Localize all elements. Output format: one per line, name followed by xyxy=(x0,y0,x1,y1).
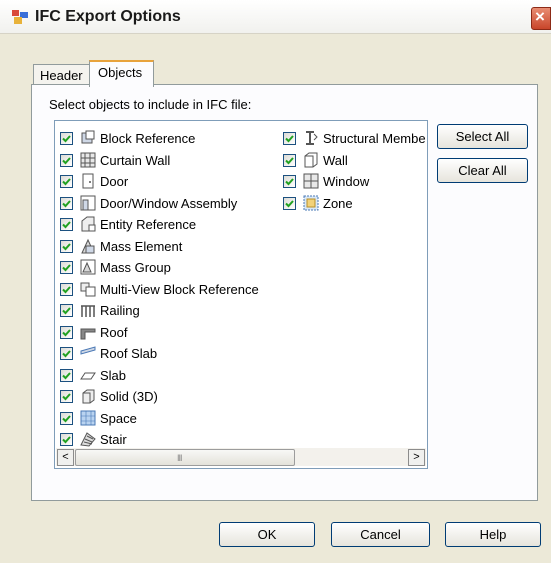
door-window-assembly-icon xyxy=(80,195,96,210)
app-icon xyxy=(12,10,28,24)
solid-3d-icon xyxy=(82,389,95,404)
checkbox[interactable] xyxy=(60,218,73,231)
list-item-label: Wall xyxy=(323,152,348,168)
list-item-label: Solid (3D) xyxy=(100,389,158,404)
list-item-label: Window xyxy=(323,174,370,189)
checkbox[interactable] xyxy=(283,132,296,145)
list-item-label: Stair xyxy=(100,432,127,447)
scroll-right-button[interactable]: > xyxy=(408,449,425,466)
scroll-left-button[interactable]: < xyxy=(57,449,74,466)
select-all-button[interactable]: Select All xyxy=(437,124,528,149)
scroll-grip-icon: III xyxy=(177,453,182,463)
slab-icon xyxy=(80,372,96,379)
list-item-label: Block Reference xyxy=(100,131,196,146)
list-item-label: Roof xyxy=(100,324,128,340)
list-item-label: Zone xyxy=(323,195,353,211)
tab-objects[interactable]: Objects xyxy=(89,60,154,87)
chevron-right-icon: > xyxy=(413,451,420,463)
railing-icon xyxy=(81,305,95,317)
list-item-label: Curtain Wall xyxy=(100,152,171,168)
block-reference-icon xyxy=(81,130,95,144)
list-item-label: Door xyxy=(100,174,129,189)
close-button[interactable]: × xyxy=(531,7,551,30)
roof-icon xyxy=(80,328,96,339)
checkbox[interactable] xyxy=(60,347,73,360)
instruction-label: Select objects to include in IFC file: xyxy=(49,97,252,112)
checkbox[interactable] xyxy=(60,175,73,188)
list-item-label: Mass Element xyxy=(100,238,183,254)
checkbox[interactable] xyxy=(60,282,73,296)
window-icon xyxy=(303,173,319,189)
mass-group-icon xyxy=(80,259,96,275)
ifc-export-options-dialog: IFC Export Options × Header Select objec… xyxy=(0,0,551,563)
list-item-label: Railing xyxy=(100,303,140,318)
checkbox[interactable] xyxy=(60,433,73,446)
objects-checklist[interactable]: Block Reference Curtain Wall Door Door/Wind… xyxy=(54,120,428,469)
list-item-label: Structural Membe xyxy=(323,131,426,146)
cancel-button[interactable]: Cancel xyxy=(331,522,430,547)
list-item-label: Multi-View Block Reference xyxy=(100,281,259,297)
list-item-label: Entity Reference xyxy=(100,217,197,232)
zone-icon xyxy=(303,195,319,210)
tab-objects-label: Objects xyxy=(98,65,143,80)
objects-tab-page: Select objects to include in IFC file: B… xyxy=(31,84,538,501)
door-icon xyxy=(82,173,94,189)
list-item-label: Roof Slab xyxy=(100,346,158,361)
space-icon xyxy=(80,410,96,425)
checkbox[interactable] xyxy=(60,368,73,382)
scroll-thumb[interactable]: III xyxy=(75,449,295,466)
mass-element-icon xyxy=(81,238,95,253)
multi-view-block-icon xyxy=(80,282,96,296)
clear-all-button[interactable]: Clear All xyxy=(437,158,528,183)
close-icon: × xyxy=(535,7,545,26)
checkbox[interactable] xyxy=(60,304,73,317)
horizontal-scrollbar[interactable]: < III > xyxy=(56,448,426,466)
checkbox[interactable] xyxy=(60,239,73,253)
stair-icon xyxy=(80,432,96,447)
checkbox[interactable] xyxy=(60,325,73,339)
checkbox[interactable] xyxy=(60,261,73,274)
title-bar: IFC Export Options × xyxy=(0,0,551,34)
curtain-wall-icon xyxy=(80,152,96,167)
chevron-left-icon: < xyxy=(62,451,69,463)
list-item-label: Slab xyxy=(100,367,127,383)
wall-icon xyxy=(304,152,318,167)
tab-header-label: Header xyxy=(40,68,83,83)
checkbox[interactable] xyxy=(283,196,296,210)
ok-button[interactable]: OK xyxy=(219,522,315,547)
checkbox[interactable] xyxy=(283,175,296,188)
help-button[interactable]: Help xyxy=(445,522,541,547)
list-item-label: Door/Window Assembly xyxy=(100,195,238,211)
entity-reference-icon xyxy=(81,216,96,232)
checkbox[interactable] xyxy=(60,411,73,425)
checkbox[interactable] xyxy=(60,153,73,167)
checkbox[interactable] xyxy=(60,132,73,145)
tab-header[interactable]: Header xyxy=(33,64,91,85)
checkbox[interactable] xyxy=(60,196,73,210)
list-item-label: Mass Group xyxy=(100,260,171,275)
roof-slab-icon xyxy=(80,346,96,355)
structural-member-icon xyxy=(306,131,318,145)
window-title: IFC Export Options xyxy=(35,8,181,25)
checkbox[interactable] xyxy=(60,390,73,403)
list-item-label: Space xyxy=(100,410,137,426)
checkbox[interactable] xyxy=(283,153,296,167)
